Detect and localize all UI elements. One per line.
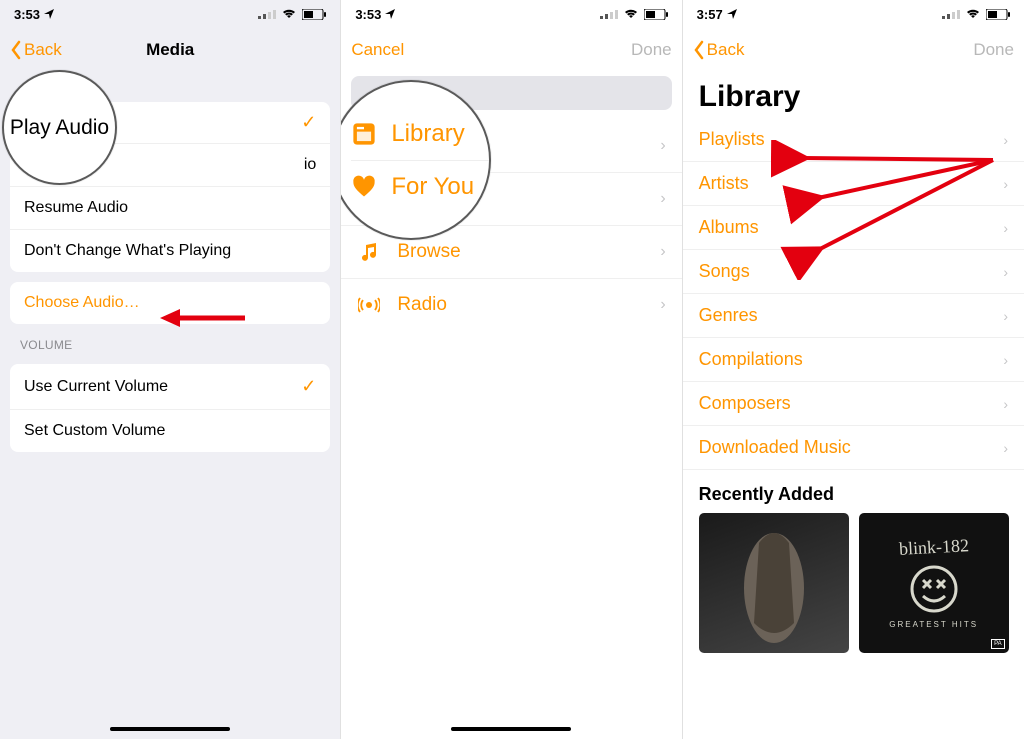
option-resume-audio[interactable]: Resume Audio bbox=[10, 187, 330, 230]
status-bar: 3:57 bbox=[683, 0, 1024, 28]
wifi-icon bbox=[624, 9, 638, 19]
chevron-right-icon: › bbox=[1003, 440, 1008, 456]
magnifier-callout: Play Audio bbox=[2, 70, 117, 185]
chevron-right-icon: › bbox=[1003, 352, 1008, 368]
battery-icon bbox=[302, 9, 326, 20]
volume-group: Use Current Volume ✓ Set Custom Volume bbox=[10, 364, 330, 452]
home-indicator bbox=[451, 727, 571, 731]
volume-section-header: VOLUME bbox=[0, 334, 340, 354]
screen-media: 3:53 Back Media Play Audio ✓ bbox=[0, 0, 341, 739]
option-label: Resume Audio bbox=[24, 199, 128, 217]
row-label: Albums bbox=[699, 217, 759, 238]
chevron-right-icon: › bbox=[660, 243, 665, 261]
nav-bar: Cancel Done bbox=[341, 28, 681, 72]
row-label: Playlists bbox=[699, 129, 765, 150]
checkmark-icon: ✓ bbox=[301, 112, 316, 133]
album-cover-sub: GREATEST HITS bbox=[889, 620, 978, 629]
option-label: Use Current Volume bbox=[24, 378, 168, 396]
wifi-icon bbox=[282, 9, 296, 19]
signal-icon bbox=[600, 9, 618, 19]
album-item[interactable] bbox=[699, 513, 849, 653]
done-button[interactable]: Done bbox=[973, 40, 1014, 60]
signal-icon bbox=[942, 9, 960, 19]
location-icon bbox=[727, 7, 737, 22]
row-label: Genres bbox=[699, 305, 758, 326]
screen-music-picker: 3:53 Cancel Done Library › bbox=[341, 0, 682, 739]
location-icon bbox=[385, 7, 395, 22]
row-label: Downloaded Music bbox=[699, 437, 851, 458]
row-genres[interactable]: Genres › bbox=[683, 294, 1024, 338]
magnifier-text: Play Audio bbox=[10, 116, 109, 140]
row-label: Compilations bbox=[699, 349, 803, 370]
chevron-right-icon: › bbox=[1003, 308, 1008, 324]
recently-added-header: Recently Added bbox=[683, 470, 1024, 513]
status-bar: 3:53 bbox=[341, 0, 681, 28]
done-button[interactable]: Done bbox=[631, 40, 672, 60]
album-cover-title: blink-182 bbox=[898, 535, 969, 560]
chevron-right-icon: › bbox=[660, 137, 665, 155]
music-note-icon bbox=[357, 240, 381, 264]
chevron-right-icon: › bbox=[660, 296, 665, 314]
wifi-icon bbox=[966, 9, 980, 19]
cancel-label: Cancel bbox=[351, 40, 404, 60]
option-set-custom-volume[interactable]: Set Custom Volume bbox=[10, 410, 330, 452]
radio-icon bbox=[357, 293, 381, 317]
row-compilations[interactable]: Compilations › bbox=[683, 338, 1024, 382]
parental-advisory-icon: PA bbox=[991, 639, 1005, 649]
back-label: Back bbox=[707, 40, 745, 60]
option-label: Don't Change What's Playing bbox=[24, 242, 231, 260]
option-dont-change[interactable]: Don't Change What's Playing bbox=[10, 230, 330, 272]
row-label: Songs bbox=[699, 261, 750, 282]
checkmark-icon: ✓ bbox=[301, 376, 316, 397]
signal-icon bbox=[258, 9, 276, 19]
smiley-icon bbox=[909, 564, 959, 614]
annotation-arrow-icon bbox=[160, 306, 250, 330]
recently-added-grid: blink-182 GREATEST HITS PA bbox=[683, 513, 1024, 653]
row-radio[interactable]: Radio › bbox=[341, 279, 681, 331]
battery-icon bbox=[986, 9, 1010, 20]
heart-icon bbox=[351, 174, 377, 200]
cancel-button[interactable]: Cancel bbox=[351, 40, 404, 60]
magnifier-text: Library bbox=[391, 120, 464, 148]
library-icon bbox=[351, 121, 377, 147]
nav-bar: Back Media bbox=[0, 28, 340, 72]
option-use-current-volume[interactable]: Use Current Volume ✓ bbox=[10, 364, 330, 410]
row-label: Artists bbox=[699, 173, 749, 194]
magnifier-text: For You bbox=[391, 173, 474, 201]
choose-audio-label: Choose Audio… bbox=[24, 294, 140, 312]
row-composers[interactable]: Composers › bbox=[683, 382, 1024, 426]
back-button[interactable]: Back bbox=[10, 40, 62, 60]
annotation-arrows-icon bbox=[763, 140, 1023, 280]
row-downloaded[interactable]: Downloaded Music › bbox=[683, 426, 1024, 470]
nav-bar: Back Done bbox=[683, 28, 1024, 72]
chevron-right-icon: › bbox=[1003, 396, 1008, 412]
chevron-left-icon bbox=[693, 40, 705, 60]
page-title: Library bbox=[683, 72, 1024, 118]
album-cover: blink-182 GREATEST HITS PA bbox=[859, 513, 1009, 653]
battery-icon bbox=[644, 9, 668, 20]
album-cover bbox=[699, 513, 849, 653]
location-icon bbox=[44, 7, 54, 22]
album-item[interactable]: blink-182 GREATEST HITS PA bbox=[859, 513, 1009, 653]
row-label: Browse bbox=[397, 241, 460, 263]
row-label: Radio bbox=[397, 294, 447, 316]
back-button[interactable]: Back bbox=[693, 40, 745, 60]
status-time: 3:53 bbox=[14, 7, 40, 22]
row-label: Composers bbox=[699, 393, 791, 414]
chevron-left-icon bbox=[10, 40, 22, 60]
screen-library: 3:57 Back Done Library Playlists › Artist… bbox=[683, 0, 1024, 739]
status-time: 3:57 bbox=[697, 7, 723, 22]
home-indicator bbox=[110, 727, 230, 731]
option-label: Set Custom Volume bbox=[24, 422, 165, 440]
chevron-right-icon: › bbox=[660, 190, 665, 208]
status-time: 3:53 bbox=[355, 7, 381, 22]
back-label: Back bbox=[24, 40, 62, 60]
status-bar: 3:53 bbox=[0, 0, 340, 28]
